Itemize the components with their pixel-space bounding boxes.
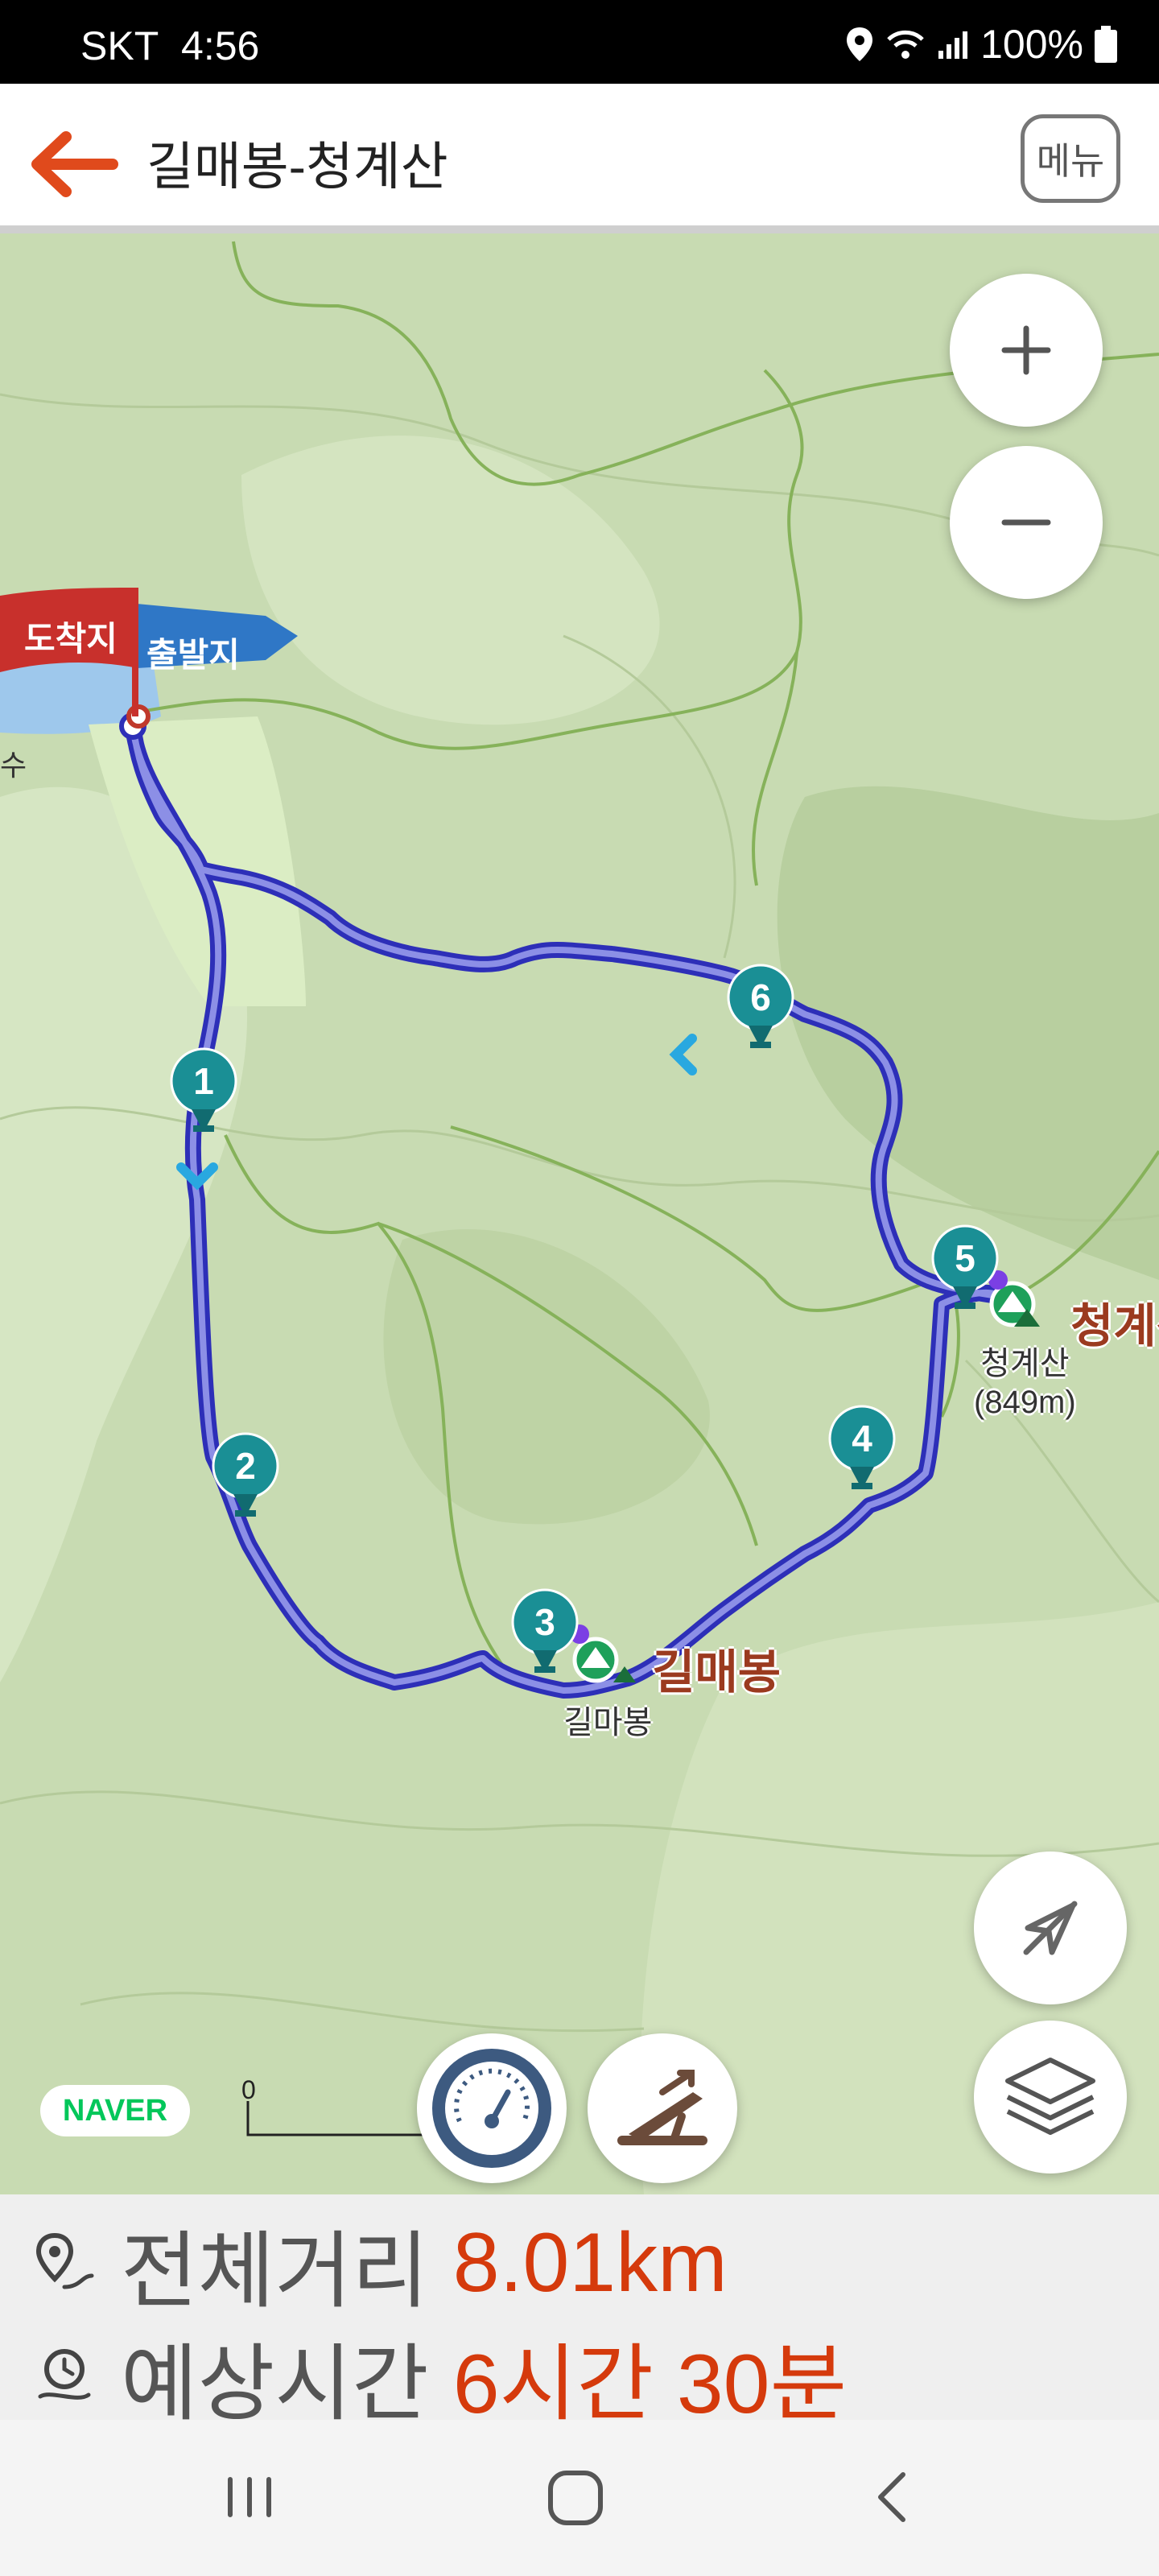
clock-route-icon	[38, 2349, 91, 2400]
app-bar: 길매봉-청계산 메뉴	[0, 84, 1159, 233]
time-value: 6시간 30분	[452, 2337, 848, 2431]
waypoint-marker-6[interactable]: 6	[724, 961, 797, 1058]
waypoint-marker-3[interactable]: 3	[509, 1586, 581, 1682]
back-nav-button[interactable]	[861, 2465, 926, 2529]
elevation-icon	[617, 2070, 707, 2145]
distance-label: 전체거리	[121, 2224, 429, 2318]
distance-row: 전체거리 8.01km	[32, 2211, 728, 2318]
waypoint-marker-5[interactable]: 5	[929, 1222, 1001, 1319]
home-button[interactable]	[539, 2462, 612, 2534]
status-right: 100%	[845, 21, 1117, 68]
status-bar: SKT 4:56 100%	[0, 0, 1159, 84]
peak-sub-name: 청계산	[980, 1346, 1070, 1381]
speedometer-icon	[432, 2049, 551, 2168]
location-icon	[847, 27, 873, 61]
signal-icon	[938, 31, 968, 59]
speed-gauge-button[interactable]	[417, 2033, 567, 2183]
map-edge-text: 수	[0, 749, 27, 782]
battery-percent: 100%	[980, 22, 1083, 67]
navigation-off-icon	[1023, 1901, 1078, 1955]
waypoint-number: 2	[235, 1445, 256, 1487]
waypoint-number: 1	[193, 1060, 214, 1102]
layers-button[interactable]	[974, 2021, 1127, 2174]
route-info-panel: 전체거리 8.01km 예상시간 6시간 30분	[0, 2194, 1159, 2431]
wifi-icon	[887, 30, 924, 59]
waypoint-marker-4[interactable]: 4	[826, 1402, 898, 1499]
peak-sub-gilmabong: 길마봉	[563, 1705, 653, 1740]
peak-elevation: (849m)	[974, 1385, 1076, 1420]
back-button[interactable]	[24, 124, 121, 204]
compass-button[interactable]	[974, 1852, 1127, 2004]
time-row: 예상시간 6시간 30분	[32, 2323, 847, 2431]
battery-icon	[1095, 26, 1117, 63]
waypoint-number: 6	[750, 976, 771, 1018]
menu-button[interactable]: 메뉴	[1021, 114, 1120, 203]
recent-apps-button[interactable]	[217, 2465, 282, 2529]
chevron-left-icon	[878, 2472, 905, 2522]
naver-logo: NAVER	[40, 2085, 190, 2136]
peak-label-cheonggyesan: 청계산	[1070, 1300, 1159, 1352]
flag-pole	[132, 588, 138, 716]
zoom-in-button[interactable]	[950, 274, 1103, 427]
waypoint-number: 3	[534, 1601, 555, 1643]
clock: 4:56	[181, 23, 260, 68]
time-label: 예상시간	[121, 2337, 429, 2431]
scale-zero-label: 0	[241, 2075, 256, 2104]
recent-apps-icon	[228, 2477, 271, 2517]
arrow-left-icon	[31, 131, 118, 197]
departure-label: 출발지	[146, 636, 240, 674]
waypoint-number: 4	[852, 1418, 872, 1459]
page-title: 길매봉-청계산	[146, 138, 448, 196]
waypoint-marker-2[interactable]: 2	[209, 1430, 282, 1526]
peak-sub-cheonggyesan: 청계산 (849m)	[974, 1344, 1076, 1422]
peak-label-gilmaebong: 길매봉	[652, 1646, 782, 1699]
waypoint-marker-1[interactable]: 1	[167, 1045, 240, 1141]
route-pin-icon	[35, 2232, 94, 2289]
distance-value: 8.01km	[452, 2215, 728, 2310]
system-nav-bar	[0, 2420, 1159, 2576]
minus-icon	[1001, 519, 1051, 526]
zoom-out-button[interactable]	[950, 446, 1103, 599]
carrier: SKT	[80, 23, 159, 68]
plus-icon	[1001, 325, 1051, 375]
arrival-label: 도착지	[24, 620, 118, 658]
layers-icon	[1005, 2058, 1095, 2135]
home-icon	[548, 2471, 603, 2525]
map-view[interactable]: 도착지 출발지 수 1 2 3 4 5 6 길매봉 길마봉 청계 청계산 (84…	[0, 233, 1159, 2194]
status-left: SKT 4:56	[80, 23, 259, 69]
elevation-button[interactable]	[588, 2033, 737, 2183]
waypoint-number: 5	[955, 1237, 975, 1279]
